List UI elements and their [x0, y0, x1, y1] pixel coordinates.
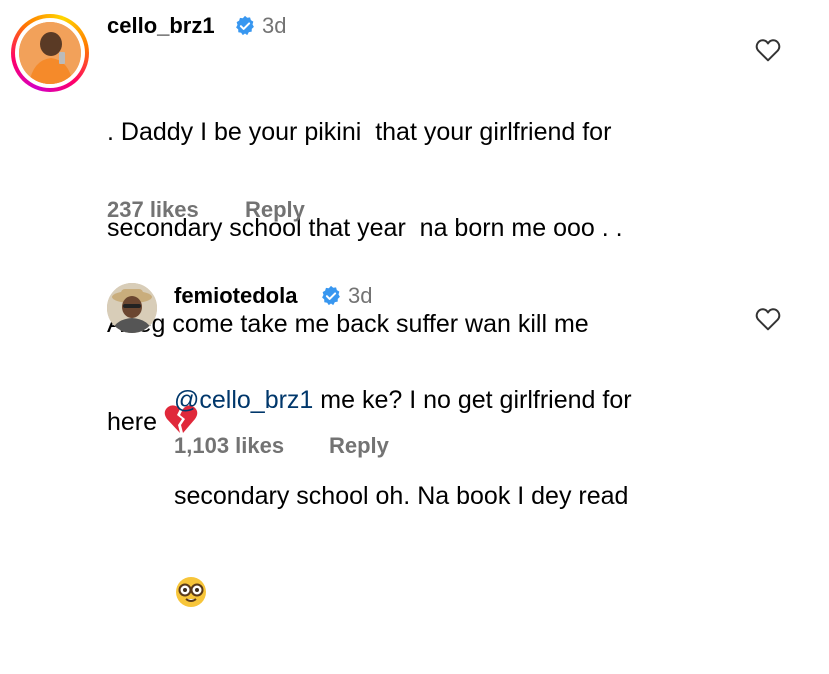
reply-reply-button[interactable]: Reply — [329, 433, 389, 459]
verified-badge-icon — [322, 285, 340, 306]
reply-text: @cello_brz1 me ke? I no get girlfriend f… — [174, 320, 632, 674]
reply-text-line: secondary school oh. Na book I dey read — [174, 482, 629, 510]
comment-reply-button[interactable]: Reply — [245, 197, 305, 223]
like-heart-icon[interactable] — [755, 307, 781, 331]
comment-timestamp: 3d — [262, 13, 287, 38]
verified-badge-icon — [236, 15, 254, 36]
comment-like-count[interactable]: 237 likes — [107, 197, 199, 223]
comment-username[interactable]: cello_brz1 — [107, 13, 215, 39]
like-heart-icon[interactable] — [755, 38, 781, 62]
reply-timestamp: 3d — [348, 283, 373, 308]
comment-text-line: here — [107, 408, 158, 436]
comment-text-line: . Daddy I be your pikini that your girlf… — [107, 118, 612, 146]
reply-username[interactable]: femiotedola — [174, 283, 297, 309]
mention-link[interactable]: @cello_brz1 — [174, 386, 313, 414]
avatar[interactable] — [11, 14, 89, 92]
reply-like-count[interactable]: 1,103 likes — [174, 433, 284, 459]
nerd-face-emoji-icon — [176, 577, 206, 607]
reply-text-line: me ke? I no get girlfriend for — [313, 386, 632, 414]
reply-avatar[interactable] — [107, 283, 157, 333]
